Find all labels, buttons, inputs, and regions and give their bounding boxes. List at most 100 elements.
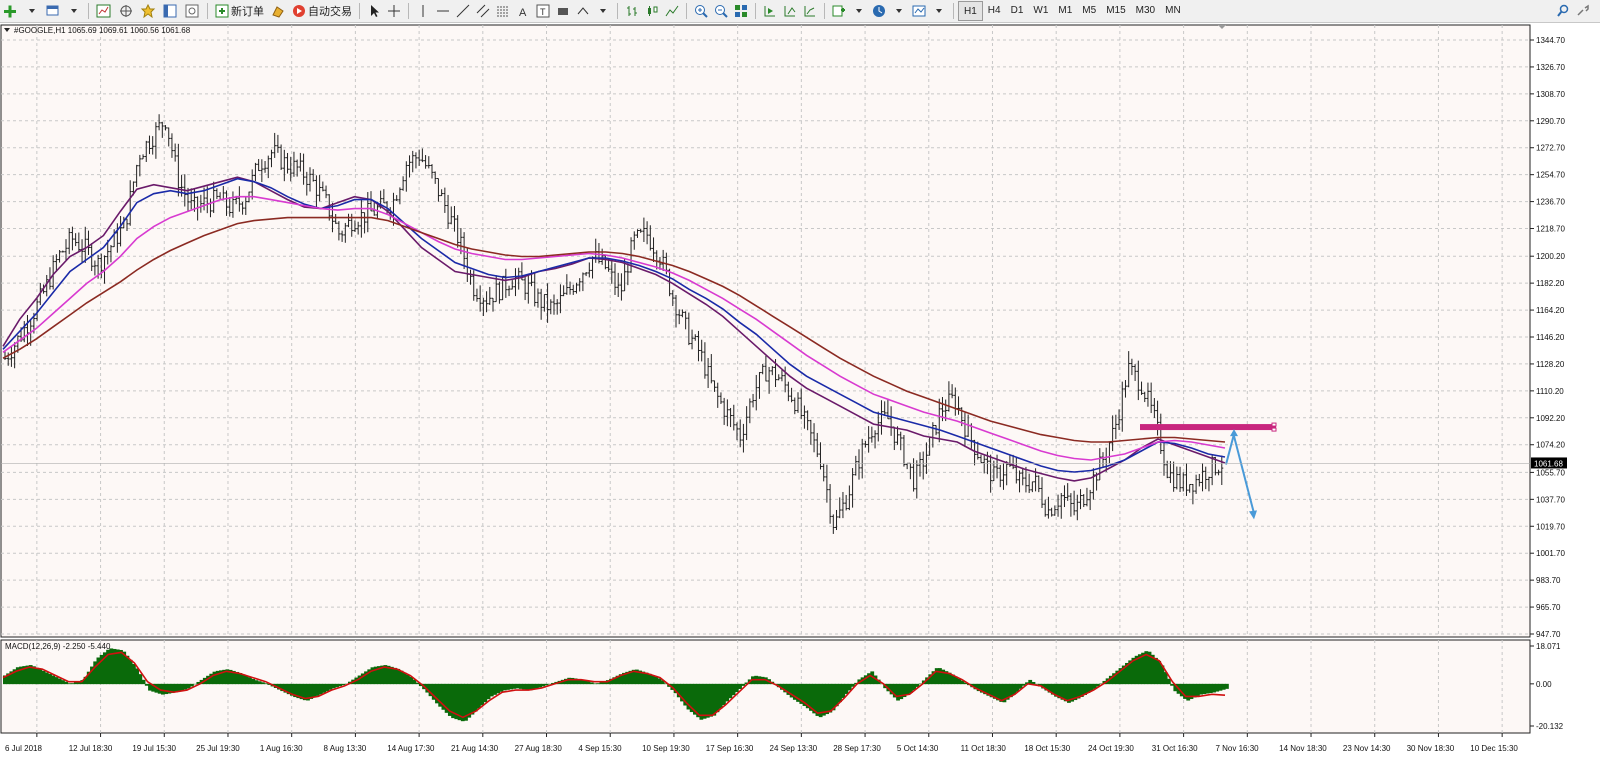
x-axis-label: 23 Nov 14:30 <box>1343 744 1391 753</box>
arrows-dropdown[interactable] <box>594 2 612 20</box>
y-axis-label: 1344.70 <box>1536 36 1565 45</box>
trendline-icon[interactable] <box>454 2 472 20</box>
navigator-icon[interactable] <box>116 2 136 20</box>
templates-icon[interactable] <box>910 2 928 20</box>
crosshair-icon[interactable] <box>385 2 403 20</box>
vertical-line-icon[interactable] <box>414 2 432 20</box>
new-chart-dropdown[interactable] <box>23 2 41 20</box>
periods-dropdown[interactable] <box>890 2 908 20</box>
toolbar: 新订单 自动交易 A T H1 H4 D1 W1 M1 M5 M15 M30 MN <box>0 0 1600 23</box>
x-axis-label: 24 Oct 19:30 <box>1088 744 1134 753</box>
toolbar-separator <box>408 3 409 19</box>
y-axis-label: 1236.70 <box>1536 198 1565 207</box>
x-axis-label: 14 Nov 18:30 <box>1279 744 1327 753</box>
timeframe-h4[interactable]: H4 <box>983 1 1006 19</box>
y-axis-label: 1055.70 <box>1536 468 1565 477</box>
profiles-dropdown[interactable] <box>65 2 83 20</box>
y-axis-label: 1290.70 <box>1536 117 1565 126</box>
timeframe-m15[interactable]: M15 <box>1101 1 1130 19</box>
zoom-in-icon[interactable] <box>692 2 710 20</box>
chart-window[interactable]: 1344.70 1326.70 1308.70 1290.70 1272.70 1254.… <box>0 23 1600 759</box>
text-label-icon[interactable]: T <box>534 2 552 20</box>
x-axis-label: 8 Aug 13:30 <box>324 744 367 753</box>
market-watch-icon[interactable] <box>94 2 114 20</box>
macd-y-axis-label: 18.071 <box>1536 642 1561 651</box>
new-order-label: 新订单 <box>231 5 264 18</box>
x-axis-label: 7 Nov 16:30 <box>1215 744 1259 753</box>
x-axis-label: 31 Oct 16:30 <box>1152 744 1198 753</box>
meta-editor-icon[interactable] <box>268 2 288 20</box>
x-axis-label: 10 Sep 19:30 <box>642 744 690 753</box>
new-order-icon <box>215 4 229 18</box>
timeframe-m1[interactable]: M1 <box>1053 1 1077 19</box>
auto-trading-button[interactable]: 自动交易 <box>290 2 354 20</box>
indicators-dropdown[interactable] <box>850 2 868 20</box>
y-axis-label: 1001.70 <box>1536 549 1565 558</box>
search-icon[interactable] <box>1554 2 1572 20</box>
y-axis-label: 1308.70 <box>1536 90 1565 99</box>
new-chart-icon[interactable] <box>1 2 21 20</box>
cursor-icon[interactable] <box>365 2 383 20</box>
toolbar-separator <box>755 3 756 19</box>
macd-histogram-bar <box>741 683 746 686</box>
y-axis-label: 1326.70 <box>1536 63 1565 72</box>
profiles-icon[interactable] <box>43 2 63 20</box>
toolbar-separator <box>359 3 360 19</box>
data-window-icon[interactable] <box>138 2 158 20</box>
auto-trading-label: 自动交易 <box>308 5 352 18</box>
y-axis-label: 1037.70 <box>1536 495 1565 504</box>
chart-canvas[interactable]: 1344.70 1326.70 1308.70 1290.70 1272.70 1254.… <box>0 23 1600 759</box>
macd-indicator-label: MACD(12,26,9) -2.250 -5.440 <box>5 642 111 651</box>
y-axis-label: 1218.70 <box>1536 225 1565 234</box>
candlestick-icon[interactable] <box>643 2 661 20</box>
resistance-handle <box>1271 422 1277 427</box>
svg-text:T: T <box>540 7 546 17</box>
rectangle-icon[interactable] <box>554 2 572 20</box>
periods-icon[interactable] <box>870 2 888 20</box>
macd-y-axis-label: -20.132 <box>1536 722 1564 731</box>
main-plot-area <box>0 24 1531 638</box>
timeframe-mn[interactable]: MN <box>1160 1 1186 19</box>
terminal-icon[interactable] <box>160 2 180 20</box>
x-axis-label: 11 Oct 18:30 <box>961 744 1007 753</box>
timeframe-d1[interactable]: D1 <box>1006 1 1029 19</box>
auto-scroll-icon[interactable] <box>761 2 779 20</box>
y-axis-label: 1092.20 <box>1536 414 1565 423</box>
y-axis-label: 1164.20 <box>1536 306 1565 315</box>
y-axis-label: 1254.70 <box>1536 171 1565 180</box>
timeframe-h1[interactable]: H1 <box>958 1 983 21</box>
y-axis-label: 1200.20 <box>1536 252 1565 261</box>
new-order-button[interactable]: 新订单 <box>213 2 266 20</box>
macd-histogram-bar <box>141 679 146 685</box>
line-chart-icon[interactable] <box>663 2 681 20</box>
toolbar-separator <box>686 3 687 19</box>
arrows-icon[interactable] <box>574 2 592 20</box>
timeframe-bar: H1 H4 D1 W1 M1 M5 M15 M30 MN <box>958 1 1186 21</box>
templates-dropdown[interactable] <box>930 2 948 20</box>
macd-histogram-bar <box>1225 683 1229 689</box>
chart-shift-icon[interactable] <box>781 2 799 20</box>
settings-icon[interactable] <box>1574 2 1592 20</box>
text-icon[interactable]: A <box>514 2 532 20</box>
timeframe-w1[interactable]: W1 <box>1028 1 1053 19</box>
y-axis-label: 983.70 <box>1536 576 1561 585</box>
fibonacci-icon[interactable] <box>494 2 512 20</box>
toolbar-separator <box>207 3 208 19</box>
macd-plot-area <box>0 639 1531 734</box>
svg-text:A: A <box>519 7 527 18</box>
horizontal-line-icon[interactable] <box>434 2 452 20</box>
bar-chart-icon[interactable] <box>623 2 641 20</box>
macd-y-axis-label: 0.00 <box>1536 680 1552 689</box>
timeframe-m30[interactable]: M30 <box>1131 1 1160 19</box>
auto-trading-icon <box>293 5 305 17</box>
strategy-tester-icon[interactable] <box>182 2 202 20</box>
y-axis-label: 1074.20 <box>1536 441 1565 450</box>
zoom-out-icon[interactable] <box>712 2 730 20</box>
indicators-icon[interactable] <box>830 2 848 20</box>
x-axis-label: 14 Aug 17:30 <box>387 744 435 753</box>
tile-windows-icon[interactable] <box>732 2 750 20</box>
timeframe-m5[interactable]: M5 <box>1077 1 1101 19</box>
current-price-label: 1061.68 <box>1534 459 1563 468</box>
chart-properties-icon[interactable] <box>801 2 819 20</box>
equidistant-channel-icon[interactable] <box>474 2 492 20</box>
